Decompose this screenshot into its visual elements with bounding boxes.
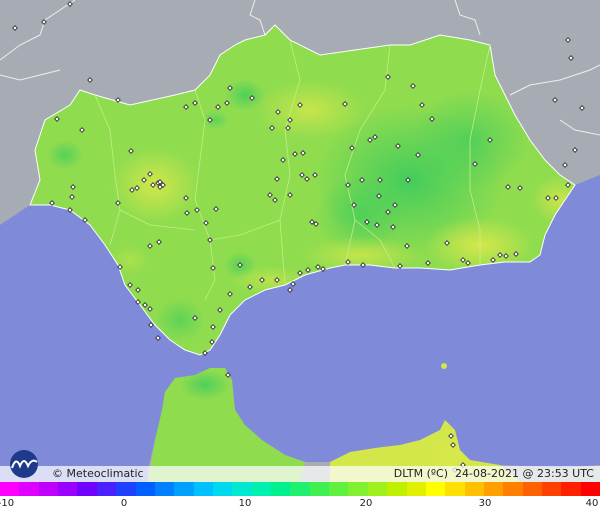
scale-labels: -10 0 10 20 30 40 — [0, 498, 600, 514]
brand-name: Meteoclimatic — [66, 467, 144, 480]
scale-cell — [116, 482, 136, 496]
scale-tick-label: 20 — [359, 498, 373, 509]
scale-cell — [77, 482, 97, 496]
scale-cell — [503, 482, 523, 496]
scale-cell — [329, 482, 349, 496]
scale-cell — [135, 482, 155, 496]
scale-tick-label: 10 — [238, 498, 252, 509]
scale-tick-label: 40 — [585, 498, 599, 509]
scale-cell — [348, 482, 368, 496]
temperature-map — [0, 0, 600, 517]
scale-cell — [425, 482, 446, 496]
scale-cell — [174, 482, 194, 496]
scale-tick-label: 30 — [478, 498, 492, 509]
map-meta: DLTM (ºC) 24-08-2021 @ 23:53 UTC — [393, 467, 594, 480]
scale-cell — [19, 482, 39, 496]
scale-cell — [445, 482, 465, 496]
scale-cell — [232, 482, 252, 496]
scale-cell — [154, 482, 175, 496]
scale-cell — [561, 482, 581, 496]
scale-cell — [522, 482, 543, 496]
scale-cell — [483, 482, 504, 496]
scale-cell — [309, 482, 330, 496]
scale-cell — [387, 482, 407, 496]
scale-cell — [580, 482, 600, 496]
date-label: 24-08-2021 — [455, 467, 519, 480]
scale-cell — [96, 482, 117, 496]
temperature-scale-bar — [0, 482, 600, 496]
scale-cell — [367, 482, 388, 496]
scale-cell — [38, 482, 59, 496]
scale-tick-label: 0 — [120, 498, 128, 509]
variable-label: DLTM (ºC) — [393, 467, 449, 480]
brand-label: © Meteoclimatic — [52, 467, 144, 480]
scale-cell — [406, 482, 426, 496]
scale-cell — [193, 482, 213, 496]
scale-cell — [58, 482, 78, 496]
scale-cell — [251, 482, 272, 496]
scale-tick-label: -10 — [0, 498, 15, 509]
scale-cell — [542, 482, 562, 496]
scale-cell — [464, 482, 484, 496]
scale-cell — [290, 482, 310, 496]
scale-cell — [0, 482, 20, 496]
scale-cell — [212, 482, 233, 496]
island — [441, 363, 447, 369]
meteoclimatic-logo — [10, 450, 38, 478]
time-label: 23:53 UTC — [536, 467, 594, 480]
scale-cell — [271, 482, 291, 496]
